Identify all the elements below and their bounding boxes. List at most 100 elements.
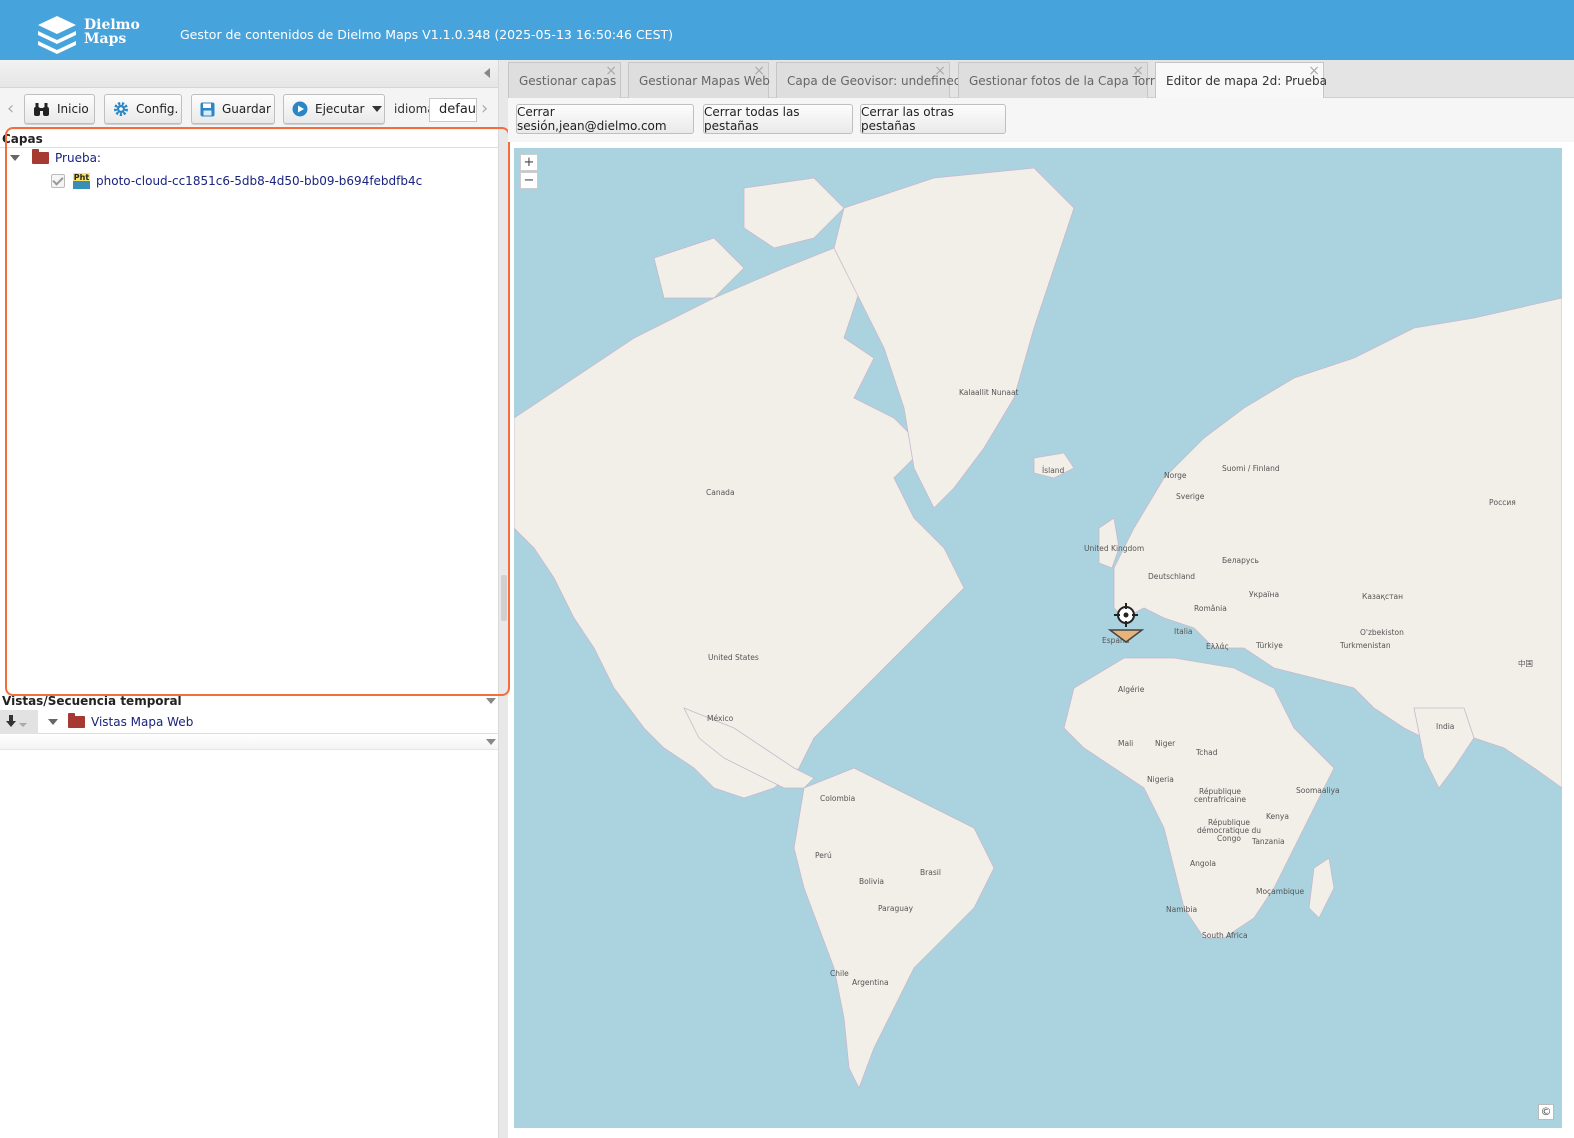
photo-layer-icon: Pht xyxy=(73,173,90,189)
play-icon xyxy=(292,101,308,117)
map-label: Ísland xyxy=(1042,466,1065,475)
map-label: Suomi / Finland xyxy=(1222,464,1280,473)
collapse-left-icon[interactable] xyxy=(484,68,490,78)
map-label: Brasil xyxy=(920,868,941,877)
map-label: Colombia xyxy=(820,794,856,803)
layer-visibility-checkbox[interactable] xyxy=(51,174,65,188)
map-label: O'zbekiston xyxy=(1360,628,1404,637)
folder-icon xyxy=(32,149,49,164)
guardar-label: Guardar xyxy=(222,102,271,116)
close-icon[interactable]: × xyxy=(1308,64,1320,78)
map-label: Nigeria xyxy=(1147,775,1174,784)
map-label: République démocratique du Congo xyxy=(1196,818,1262,843)
map-label: Namibia xyxy=(1166,905,1198,914)
map-label: Kenya xyxy=(1266,812,1289,821)
folder-label: Vistas Mapa Web xyxy=(91,715,194,729)
map-label: México xyxy=(707,714,734,723)
binoculars-icon xyxy=(34,102,49,116)
map-label: Soomaaliya xyxy=(1296,786,1340,795)
map-label: Canada xyxy=(706,488,735,497)
close-icon[interactable]: × xyxy=(1132,64,1144,78)
expand-arrow-icon[interactable] xyxy=(10,155,20,161)
tree-layer-item[interactable]: Pht photo-cloud-cc1851c6-5db8-4d50-bb09-… xyxy=(51,173,422,189)
logo-text-line2: Maps xyxy=(84,31,127,47)
world-map xyxy=(514,167,1562,1089)
app-header: Dielmo Maps Gestor de contenidos de Diel… xyxy=(0,0,1574,60)
map-label: Angola xyxy=(1190,859,1216,868)
main-toolbar: ‹ Inicio Config. Guardar Ejecutar idioma… xyxy=(0,88,498,130)
idioma-select[interactable]: default xyxy=(429,98,477,122)
tab-capa-geovisor[interactable]: Capa de Geovisor: undefined × xyxy=(776,62,961,98)
map-label: Казақстан xyxy=(1362,592,1404,601)
madagascar-land xyxy=(1308,857,1335,919)
left-panel: ‹ Inicio Config. Guardar Ejecutar idioma… xyxy=(0,60,508,1138)
map-label: 中国 xyxy=(1518,659,1533,668)
map-label: România xyxy=(1194,604,1227,613)
map-label: Sverige xyxy=(1176,492,1205,501)
guardar-button[interactable]: Guardar xyxy=(191,94,275,124)
tab-bar: Gestionar capas × Gestionar Mapas Web × Ca… xyxy=(508,60,1574,98)
folder-icon xyxy=(68,713,85,728)
logout-button[interactable]: Cerrar sesión,jean@dielmo.com xyxy=(516,104,694,134)
map-label: Chile xyxy=(830,969,849,978)
tree-folder-vistas[interactable]: Vistas Mapa Web xyxy=(48,713,194,729)
tab-gestionar-capas[interactable]: Gestionar capas × xyxy=(508,62,621,98)
app-title: Gestor de contenidos de Dielmo Maps V1.1… xyxy=(180,27,674,42)
map-label: Moçambique xyxy=(1256,887,1305,896)
map-label: Italia xyxy=(1174,627,1193,636)
zoom-in-button[interactable]: + xyxy=(520,154,538,171)
tree-folder-prueba[interactable]: Prueba: xyxy=(10,149,101,165)
map-canvas[interactable]: + − Kalaallit Nunaat Canada United State… xyxy=(514,148,1562,1128)
tab-gestionar-fotos[interactable]: Gestionar fotos de la Capa Torre × xyxy=(958,62,1162,98)
map-label: India xyxy=(1436,722,1455,731)
close-icon[interactable]: × xyxy=(605,64,617,78)
layer-label: photo-cloud-cc1851c6-5db8-4d50-bb09-b694… xyxy=(96,174,423,188)
attribution-button[interactable]: © xyxy=(1538,1104,1554,1120)
ejecutar-button[interactable]: Ejecutar xyxy=(283,94,385,124)
expand-arrow-icon[interactable] xyxy=(48,719,58,725)
panel-collapse-bar[interactable] xyxy=(0,60,498,88)
panel-splitter[interactable] xyxy=(498,60,508,1138)
map-label: Tchad xyxy=(1196,748,1218,757)
close-other-tabs-button[interactable]: Cerrar las otras pestañas xyxy=(860,104,1006,134)
chevron-down-icon xyxy=(371,106,382,112)
south-america-land xyxy=(793,767,995,1089)
views-add-button[interactable] xyxy=(0,710,38,734)
india-land xyxy=(1413,707,1475,789)
map-label: Bolivia xyxy=(859,877,885,886)
layers-section-title: Capas xyxy=(0,132,498,148)
config-label: Config. xyxy=(136,102,179,116)
map-label: Türkiye xyxy=(1256,641,1283,650)
inicio-label: Inicio xyxy=(57,102,89,116)
folder-label: Prueba: xyxy=(55,151,101,165)
close-all-tabs-button[interactable]: Cerrar todas las pestañas xyxy=(703,104,853,134)
chevron-down-icon[interactable] xyxy=(486,739,496,745)
tab-action-bar: Cerrar sesión,jean@dielmo.com Cerrar tod… xyxy=(508,98,1574,142)
map-label: Україна xyxy=(1249,590,1280,599)
map-label: United Kingdom xyxy=(1084,544,1145,553)
uk-land xyxy=(1098,517,1120,569)
toolbar-scroll-right-icon[interactable]: › xyxy=(481,100,488,118)
close-icon[interactable]: × xyxy=(934,64,946,78)
views-footer-bar xyxy=(0,734,498,750)
logo-text-line1: Dielmo xyxy=(84,17,140,33)
map-label: Argentina xyxy=(852,978,889,987)
toolbar-scroll-left-icon[interactable]: ‹ xyxy=(7,100,14,118)
tab-editor-mapa-2d[interactable]: Editor de mapa 2d: Prueba × xyxy=(1155,62,1327,98)
splitter-grip-icon[interactable] xyxy=(501,575,507,621)
config-button[interactable]: Config. xyxy=(104,94,182,124)
map-label: République centrafricaine xyxy=(1193,787,1247,804)
dielmo-logo: Dielmo Maps xyxy=(36,14,140,54)
views-collapse-icon[interactable] xyxy=(486,698,496,704)
map-label: Algérie xyxy=(1118,685,1145,694)
photo-location-marker-icon[interactable] xyxy=(1108,600,1144,646)
close-icon[interactable]: × xyxy=(753,64,765,78)
map-label: Norge xyxy=(1164,471,1187,480)
inicio-button[interactable]: Inicio xyxy=(24,94,95,124)
map-label: Niger xyxy=(1155,739,1176,748)
views-section-title: Vistas/Secuencia temporal xyxy=(0,694,498,710)
ejecutar-label: Ejecutar xyxy=(315,102,365,116)
map-label: Беларусь xyxy=(1222,556,1259,565)
zoom-out-button[interactable]: − xyxy=(520,172,538,189)
tab-gestionar-mapas-web[interactable]: Gestionar Mapas Web × xyxy=(628,62,770,98)
